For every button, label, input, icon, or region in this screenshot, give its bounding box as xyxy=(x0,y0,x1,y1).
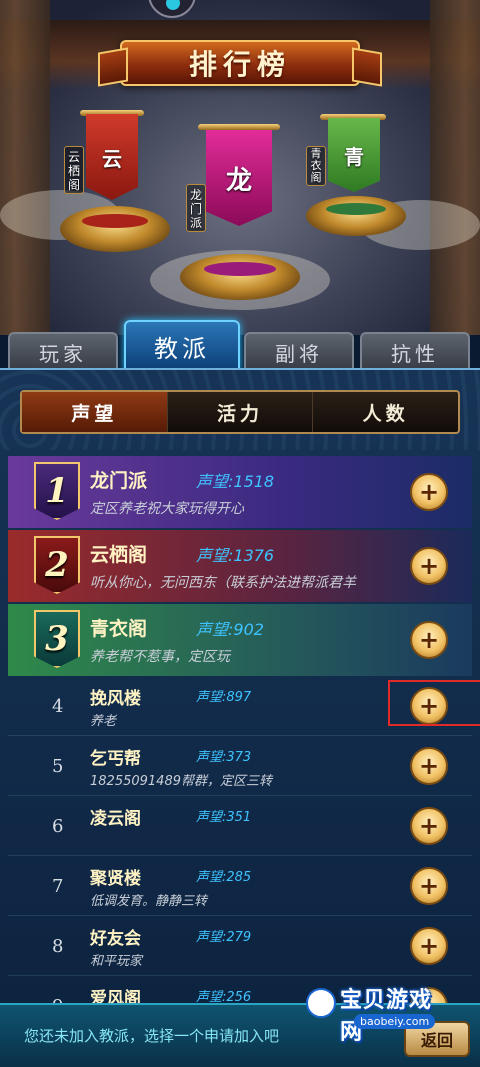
plus-icon: + xyxy=(418,752,440,780)
sect-reputation: 声望:285 xyxy=(196,870,252,885)
sect-reputation: 声望:279 xyxy=(196,930,252,945)
sect-reputation: 声望:902 xyxy=(196,620,264,639)
sort-tab-members[interactable]: 人数 xyxy=(313,392,458,432)
join-sect-button[interactable]: + xyxy=(410,807,448,845)
rank-row[interactable]: 1 龙门派 声望:1518 定区养老祝大家玩得开心 + xyxy=(8,456,472,528)
page-title: 排行榜 xyxy=(120,40,360,86)
sect-description: 18255091489帮群，定区三转 xyxy=(90,774,272,789)
sect-name: 龙门派 xyxy=(90,470,148,492)
sect-name: 青衣阁 xyxy=(90,618,148,640)
rank-number: 4 xyxy=(52,696,64,717)
sect-name: 好友会 xyxy=(90,929,141,949)
tab-sect[interactable]: 教派 xyxy=(124,320,240,372)
rank-row[interactable]: 7 聚贤楼 声望:285 低调发育。静静三转 + xyxy=(8,856,472,916)
sect-name: 聚贤楼 xyxy=(90,869,141,889)
rank-badge: 3 xyxy=(34,610,80,668)
tab-resistance[interactable]: 抗性 xyxy=(360,332,470,370)
sort-tab-reputation[interactable]: 声望 xyxy=(22,392,168,432)
join-sect-button[interactable]: + xyxy=(410,867,448,905)
rank-row[interactable]: 6 凌云阁 声望:351 + xyxy=(8,796,472,856)
rank-row[interactable]: 5 乞丐帮 声望:373 18255091489帮群，定区三转 + xyxy=(8,736,472,796)
plus-icon: + xyxy=(418,626,440,654)
avatar-icon[interactable] xyxy=(148,0,196,18)
podium-flag-1[interactable]: 龙 xyxy=(206,130,272,226)
sect-name: 凌云阁 xyxy=(90,809,141,829)
podium-pedestal-1 xyxy=(180,254,300,300)
sect-reputation: 声望:373 xyxy=(196,750,252,765)
sort-tabs: 声望 活力 人数 xyxy=(20,390,460,434)
join-sect-button[interactable]: + xyxy=(410,621,448,659)
tab-players[interactable]: 玩家 xyxy=(8,332,118,370)
flag-pole xyxy=(198,124,280,130)
rank-number: 8 xyxy=(52,936,64,957)
plus-icon: + xyxy=(418,932,440,960)
sect-name: 挽风楼 xyxy=(90,689,141,709)
podium-label-3: 青衣阁 xyxy=(310,147,322,184)
rank-number: 5 xyxy=(52,756,64,777)
sect-description: 和平玩家 xyxy=(90,954,143,969)
join-sect-button[interactable]: + xyxy=(410,547,448,585)
join-sect-button[interactable]: + xyxy=(410,927,448,965)
watermark-logo: 宝贝游戏网 baobeiy.com xyxy=(306,980,452,1045)
join-sect-button[interactable]: + xyxy=(410,473,448,511)
sect-reputation: 声望:897 xyxy=(196,690,252,705)
highlight-box xyxy=(388,680,480,726)
plus-icon: + xyxy=(418,552,440,580)
podium-pedestal-2 xyxy=(60,206,170,252)
podium-flag-2[interactable]: 云 xyxy=(86,114,138,200)
podium-flag-3[interactable]: 青 xyxy=(328,118,380,192)
podium-pedestal-3 xyxy=(306,196,406,236)
pillar-right xyxy=(430,0,480,335)
pillar-left xyxy=(0,0,50,335)
tab-deputy[interactable]: 副将 xyxy=(244,332,354,370)
sect-description: 定区养老祝大家玩得开心 xyxy=(90,501,244,517)
rank-row[interactable]: 2 云栖阁 声望:1376 听从你心，无问西东（联系护法进帮派君羊 + xyxy=(8,530,472,602)
sect-description: 听从你心，无问西东（联系护法进帮派君羊 xyxy=(90,575,356,591)
sect-reputation: 声望:351 xyxy=(196,810,252,825)
footer-message: 您还未加入教派，选择一个申请加入吧 xyxy=(24,1027,280,1045)
rank-number: 7 xyxy=(52,876,64,897)
podium-label-1: 龙门派 xyxy=(189,188,202,230)
rank-badge: 2 xyxy=(34,536,80,594)
plus-icon: + xyxy=(418,872,440,900)
watermark-url: baobeiy.com xyxy=(354,1014,436,1029)
sect-name: 乞丐帮 xyxy=(90,749,141,769)
main-tabs: 玩家 教派 副将 抗性 xyxy=(0,320,480,372)
ranking-scene: 排行榜 云 云栖阁 龙 龙门派 青 青衣阁 xyxy=(0,0,480,335)
sect-reputation: 声望:1518 xyxy=(196,472,275,491)
rank-row[interactable]: 3 青衣阁 声望:902 养老帮不惹事，定区玩 + xyxy=(8,604,472,676)
join-sect-button[interactable]: + xyxy=(410,747,448,785)
sect-description: 养老 xyxy=(90,714,117,729)
podium-label-2: 云栖阁 xyxy=(67,150,80,192)
rank-number: 6 xyxy=(52,816,64,837)
sect-description: 养老帮不惹事，定区玩 xyxy=(90,649,230,665)
mascot-icon xyxy=(306,988,336,1018)
rank-badge: 1 xyxy=(34,462,80,520)
sect-name: 云栖阁 xyxy=(90,544,148,566)
rank-row[interactable]: 8 好友会 声望:279 和平玩家 + xyxy=(8,916,472,976)
plus-icon: + xyxy=(418,478,440,506)
sect-reputation: 声望:1376 xyxy=(196,546,275,565)
sect-description: 低调发育。静静三转 xyxy=(90,894,208,909)
plus-icon: + xyxy=(418,812,440,840)
sort-tab-vitality[interactable]: 活力 xyxy=(168,392,314,432)
